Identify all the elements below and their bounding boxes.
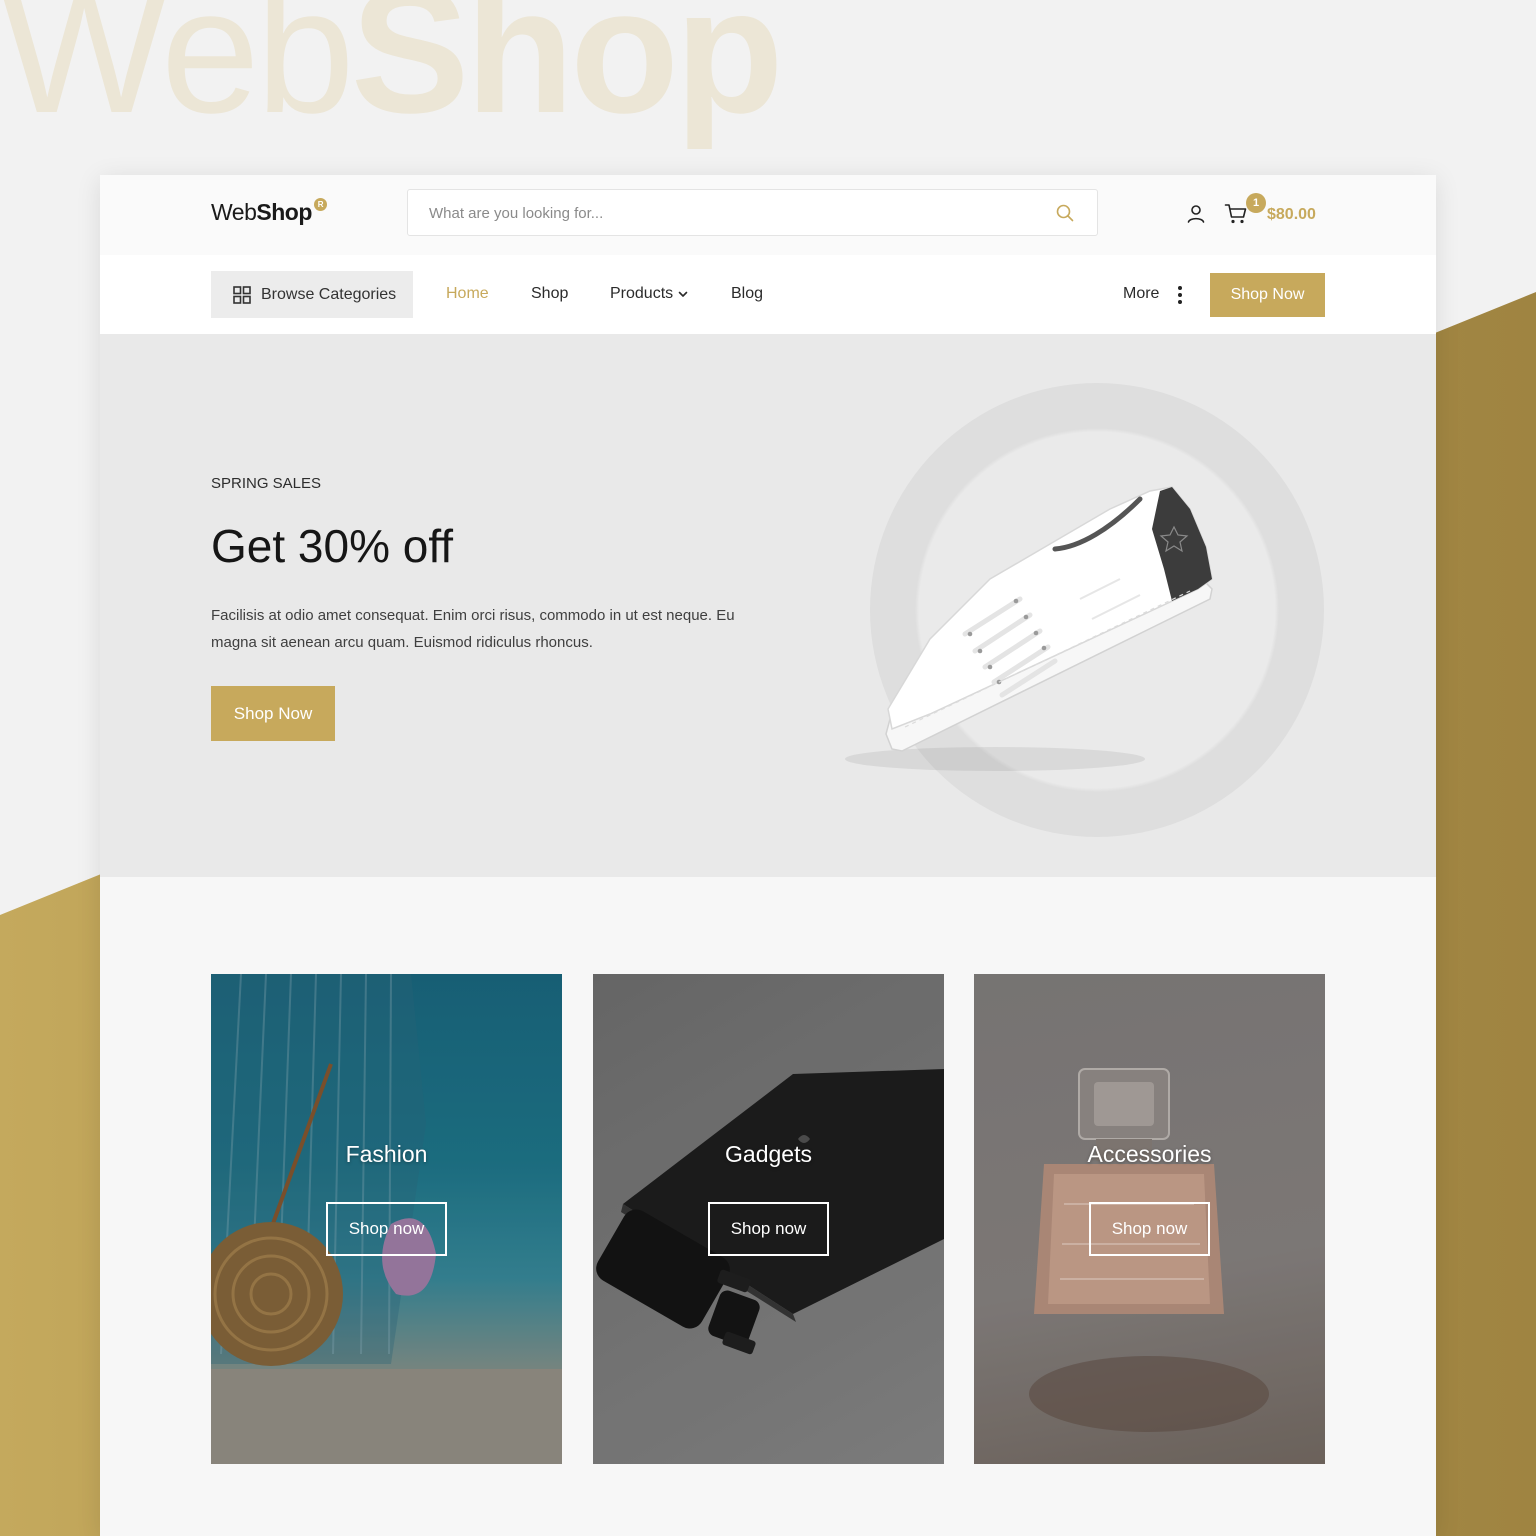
- grid-icon: [233, 285, 251, 304]
- hero-banner: SPRING SALES Get 30% off Facilisis at od…: [100, 334, 1436, 877]
- search-input[interactable]: [427, 190, 1051, 237]
- main-nav: Browse Categories Home Shop Products Blo…: [100, 255, 1436, 334]
- cart-icon[interactable]: [1224, 203, 1248, 225]
- gadgets-shop-now-button[interactable]: Shop now: [708, 1202, 829, 1256]
- hero-shop-now-button[interactable]: Shop Now: [211, 686, 335, 741]
- user-icon[interactable]: [1185, 203, 1207, 225]
- nav-shop[interactable]: Shop: [531, 285, 568, 303]
- logo[interactable]: WebShop R: [211, 198, 327, 226]
- logo-bold: Shop: [256, 199, 312, 225]
- nav-products-label: Products: [610, 285, 674, 302]
- watermark-bold: Shop: [350, 0, 784, 150]
- nav-blog[interactable]: Blog: [731, 285, 763, 303]
- hero-title: Get 30% off: [211, 520, 454, 572]
- chevron-down-icon: [678, 291, 688, 297]
- accessories-shop-now-button[interactable]: Shop now: [1089, 1202, 1210, 1256]
- category-card-accessories[interactable]: Accessories Shop now: [974, 974, 1325, 1464]
- browse-categories-label: Browse Categories: [261, 285, 397, 303]
- nav-shop-now-button[interactable]: Shop Now: [1210, 273, 1325, 317]
- category-card-gadgets[interactable]: Gadgets Shop now: [593, 974, 944, 1464]
- search-icon[interactable]: [1055, 203, 1075, 223]
- more-icon[interactable]: [1176, 285, 1184, 305]
- fashion-shop-now-button[interactable]: Shop now: [326, 1202, 447, 1256]
- category-title-fashion: Fashion: [345, 1141, 428, 1167]
- browse-categories-button[interactable]: Browse Categories: [211, 271, 413, 318]
- hero-eyebrow: SPRING SALES: [211, 475, 322, 492]
- category-title-accessories: Accessories: [1087, 1141, 1212, 1167]
- watermark-light: Web: [0, 0, 355, 150]
- hero-description: Facilisis at odio amet consequat. Enim o…: [211, 607, 735, 651]
- top-header: WebShopR 1 $80.00: [100, 175, 1436, 255]
- sneaker-image: [845, 486, 1213, 771]
- watermark: WebShop: [0, 0, 784, 140]
- category-title-gadgets: Gadgets: [725, 1141, 812, 1167]
- search-box: [407, 189, 1098, 237]
- logo-light: Web: [211, 199, 257, 225]
- category-card-fashion[interactable]: Fashion Shop now: [211, 974, 562, 1464]
- nav-products[interactable]: Products: [610, 285, 689, 303]
- logo-badge: R: [313, 198, 327, 211]
- site-frame: WebShopR 1 $80.00: [100, 175, 1436, 1536]
- nav-home[interactable]: Home: [446, 285, 489, 303]
- nav-more[interactable]: More: [1123, 285, 1159, 303]
- cart-count-badge: 1: [1246, 193, 1266, 213]
- cart-total[interactable]: $80.00: [1267, 206, 1316, 224]
